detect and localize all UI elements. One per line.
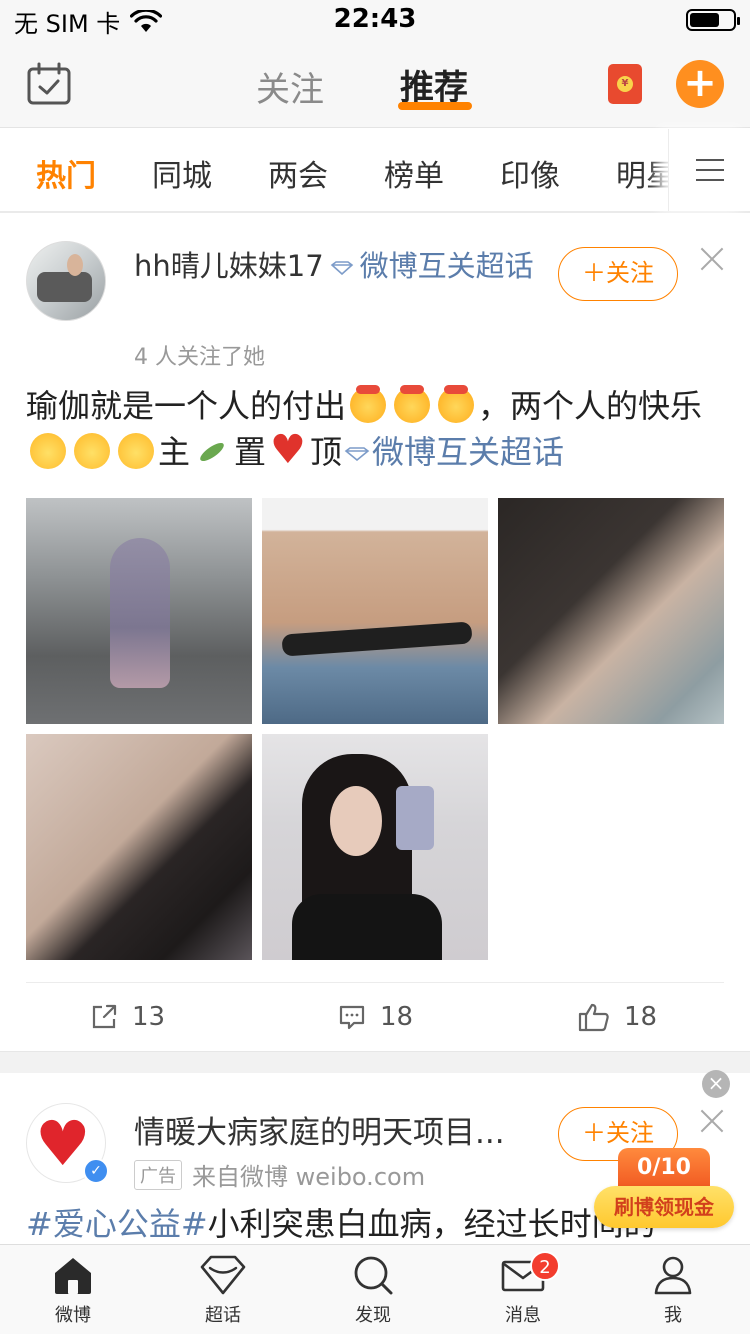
channel-impression[interactable]: 印像 [500, 151, 560, 195]
active-tab-indicator [398, 102, 472, 110]
tab-label: 微博 [55, 1305, 91, 1326]
tab-label: 消息 [505, 1305, 541, 1326]
post-topic-link[interactable]: 微博互关超话 [372, 433, 564, 471]
tab-home[interactable]: 微博 [18, 1253, 128, 1327]
ad-meta: 广告 来自微博 weibo.com [134, 1157, 425, 1192]
person-icon [654, 1256, 692, 1295]
ad-text-body: 小利突患白血病，经过长时间的 [207, 1205, 656, 1243]
diamond-icon [200, 1255, 246, 1295]
close-icon[interactable] [700, 247, 724, 271]
avatar[interactable] [26, 241, 106, 321]
post-image[interactable] [498, 498, 724, 724]
feed-post[interactable]: hh晴儿妹妹17 微博互关超话 4 人关注了她 ＋关注 瑜伽就是一个人的付出 ，两个… [0, 215, 750, 1051]
follow-button[interactable]: ＋关注 [558, 247, 678, 301]
menu-icon[interactable] [696, 159, 724, 181]
post-image[interactable] [26, 734, 252, 960]
top-nav: 关注 推荐 ¥ + [0, 40, 750, 128]
channel-ranking[interactable]: 榜单 [384, 151, 444, 195]
diamond-icon [344, 447, 370, 461]
tab-profile[interactable]: 我 [618, 1253, 728, 1327]
post-text-segment: 顶 [310, 433, 343, 471]
verified-badge-icon: ✓ [83, 1158, 109, 1184]
post-text-segment: ，两个人的快乐 [478, 387, 703, 425]
emoji-hug-icon [30, 433, 66, 469]
reward-button[interactable]: 刷博领现金 [594, 1186, 734, 1228]
widget-close-button[interactable]: × [702, 1070, 730, 1098]
emoji-blush-icon [394, 385, 431, 423]
tab-label: 发现 [355, 1305, 391, 1326]
channel-two-sessions[interactable]: 两会 [268, 151, 328, 195]
divider [26, 982, 724, 983]
share-count: 13 [132, 1002, 166, 1032]
comment-button[interactable]: 18 [338, 1000, 413, 1034]
ad-topic-link[interactable]: #爱心公益# [26, 1205, 208, 1243]
tab-discover[interactable]: 发现 [318, 1253, 428, 1327]
post-text-segment: 瑜伽就是一个人的付出 [26, 387, 347, 425]
post-text-segment: 置 [234, 433, 267, 471]
tab-follow[interactable]: 关注 [256, 62, 324, 111]
emoji-hug-icon [74, 433, 110, 469]
emoji-heart-icon [270, 427, 306, 473]
feed-separator [0, 1051, 750, 1073]
channel-hot[interactable]: 热门 [36, 151, 96, 195]
tab-label: 我 [664, 1305, 682, 1326]
emoji-blush-icon [350, 385, 387, 423]
message-badge: 2 [530, 1251, 560, 1281]
emoji-hug-icon [118, 433, 154, 469]
ad-label: 广告 [134, 1159, 182, 1190]
battery-icon [686, 9, 740, 31]
post-text-segment: 主 [158, 433, 191, 471]
like-button[interactable]: 18 [578, 1000, 657, 1034]
follower-info: 4 人关注了她 [134, 345, 265, 370]
emoji-blush-icon [438, 385, 475, 423]
channel-celebrity[interactable]: 明星 [616, 151, 676, 195]
status-bar: 无 SIM 卡 22:43 [0, 0, 750, 40]
post-image[interactable] [262, 734, 488, 960]
comment-icon [339, 1005, 365, 1030]
tab-messages[interactable]: 2 消息 [468, 1251, 578, 1327]
home-icon [55, 1258, 91, 1294]
bottom-tab-bar: 微博 超话 发现 2 消息 我 [0, 1244, 750, 1334]
like-count: 18 [624, 1002, 658, 1032]
tab-super-topic[interactable]: 超话 [168, 1253, 278, 1327]
search-icon [354, 1256, 393, 1295]
channel-local[interactable]: 同城 [152, 151, 212, 195]
author-name[interactable]: hh晴儿妹妹17 [134, 249, 324, 283]
channel-bar: 热门 同城 两会 榜单 印像 明星 [0, 129, 750, 213]
post-image[interactable] [26, 498, 252, 724]
share-button[interactable]: 13 [90, 1000, 165, 1034]
post-author[interactable]: hh晴儿妹妹17 微博互关超话 [134, 243, 544, 289]
post-text: 瑜伽就是一个人的付出 ，两个人的快乐主 置 顶微博互关超话 [26, 383, 726, 475]
post-image[interactable] [262, 498, 488, 724]
diamond-icon [330, 261, 353, 275]
calendar-check-icon[interactable] [26, 62, 72, 106]
share-icon [92, 1004, 117, 1029]
compose-button[interactable]: + [676, 60, 724, 108]
comment-count: 18 [380, 1002, 414, 1032]
red-packet-icon[interactable]: ¥ [608, 64, 642, 104]
close-icon[interactable] [700, 1109, 724, 1133]
clock: 22:43 [333, 4, 417, 34]
super-topic-tag[interactable]: 微博互关超话 [360, 249, 534, 283]
ad-source: 来自微博 weibo.com [192, 1163, 426, 1191]
thumbs-up-icon [578, 1003, 609, 1032]
tab-label: 超话 [205, 1305, 241, 1326]
ad-avatar[interactable]: ♥ ✓ [26, 1103, 109, 1184]
reward-counter: 0/10 [618, 1148, 710, 1188]
ad-author[interactable]: 情暖大病家庭的明天项目... [134, 1107, 534, 1152]
emoji-olive-icon [194, 433, 230, 469]
